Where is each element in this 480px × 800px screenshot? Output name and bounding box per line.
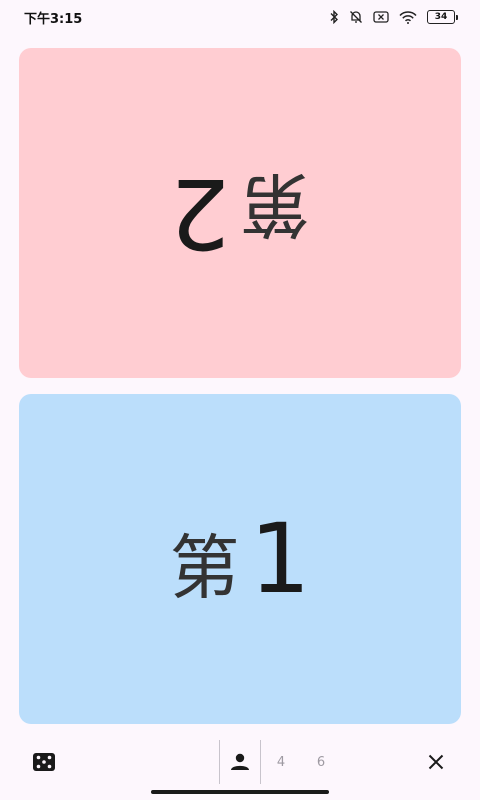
- close-icon: [428, 754, 444, 770]
- rank-prefix: 第: [169, 527, 240, 609]
- player-1-card[interactable]: 第 1: [19, 394, 461, 724]
- player-2-rank: 第 2: [169, 157, 310, 269]
- player-count-option-4[interactable]: 4: [261, 740, 301, 784]
- battery-tip: [456, 14, 458, 20]
- rank-number: 2: [169, 157, 231, 269]
- player-1-rank: 第 1: [169, 503, 310, 615]
- status-icons: 34: [329, 10, 458, 24]
- rank-prefix: 第: [240, 163, 311, 245]
- rank-number: 1: [249, 503, 311, 615]
- home-indicator[interactable]: [151, 790, 329, 794]
- wifi-icon: [399, 10, 417, 24]
- player-mode-person-option[interactable]: [220, 740, 260, 784]
- dice-icon: [33, 753, 55, 771]
- battery-icon: 34: [427, 10, 458, 24]
- mute-icon: [349, 10, 363, 24]
- player-count-option-6[interactable]: 6: [301, 740, 341, 784]
- person-icon: [231, 753, 249, 770]
- dice-button[interactable]: [24, 742, 64, 782]
- close-button[interactable]: [416, 742, 456, 782]
- bottom-toolbar: 4 6: [0, 738, 480, 786]
- status-time: 下午3:15: [24, 11, 83, 27]
- no-sim-icon: [373, 11, 389, 23]
- player-2-card[interactable]: 第 2: [19, 48, 461, 378]
- battery-level: 34: [427, 10, 455, 24]
- player-count-selector: 4 6: [219, 740, 341, 784]
- status-bar: 下午3:15 34: [0, 0, 480, 34]
- bluetooth-icon: [329, 10, 339, 24]
